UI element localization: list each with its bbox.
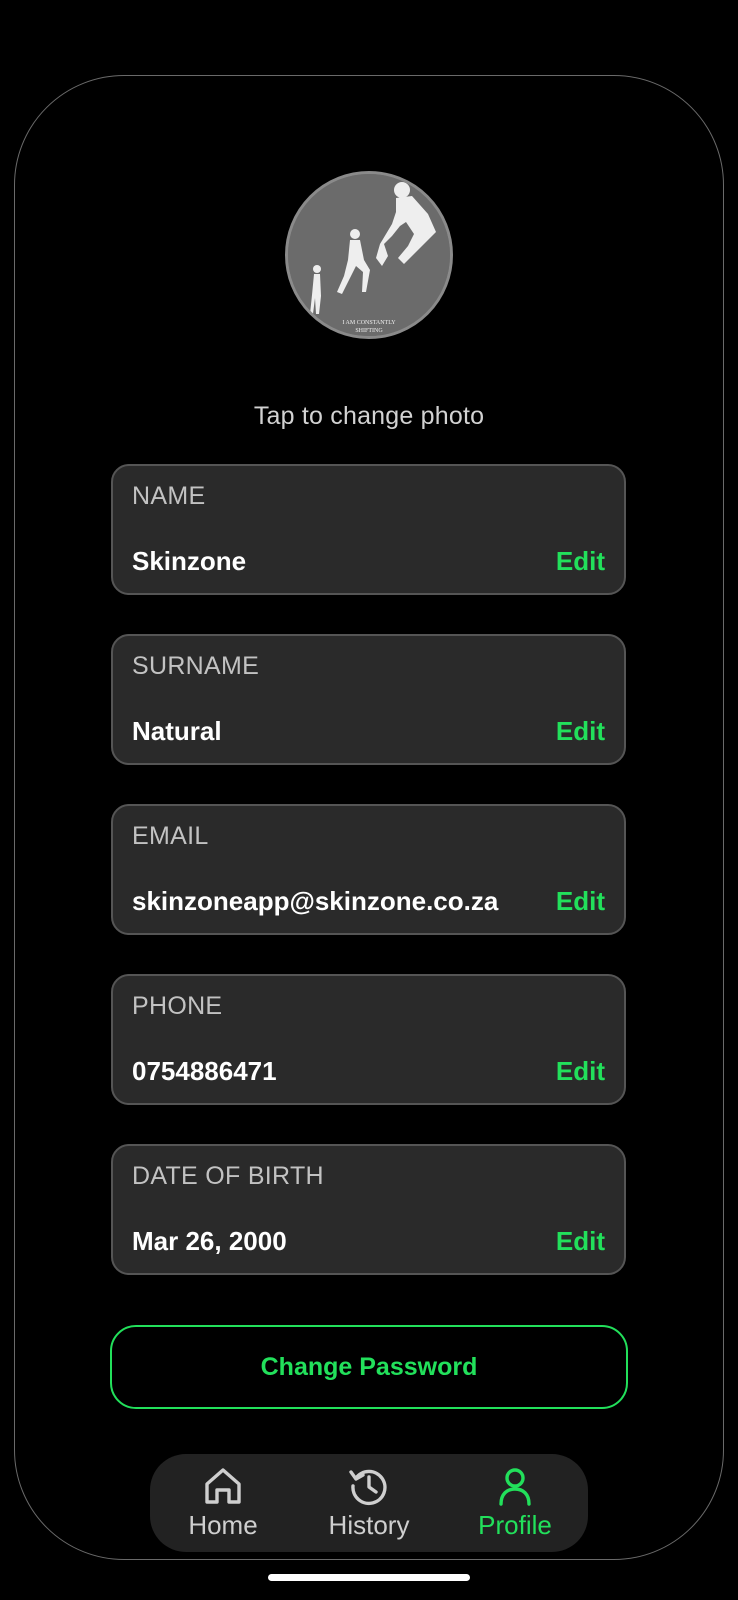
- home-icon: [205, 1468, 241, 1504]
- change-photo-hint[interactable]: Tap to change photo: [0, 402, 738, 431]
- phone-edit-button[interactable]: Edit: [556, 1056, 605, 1087]
- nav-label-profile: Profile: [478, 1510, 552, 1540]
- phone-field-card: PHONE 0754886471 Edit: [111, 974, 626, 1105]
- dob-field-value: Mar 26, 2000: [132, 1226, 287, 1256]
- name-edit-button[interactable]: Edit: [556, 546, 605, 577]
- history-icon: [349, 1469, 387, 1506]
- profile-avatar[interactable]: I AM CONSTANTLY SHIFTING: [285, 171, 453, 339]
- bottom-nav: Home History Profile: [150, 1454, 588, 1552]
- surname-field-label: SURNAME: [132, 652, 260, 680]
- avatar-caption-line2: SHIFTING: [355, 328, 383, 334]
- surname-field-value: Natural: [132, 716, 222, 746]
- nav-item-history[interactable]: History: [299, 1454, 439, 1552]
- avatar-caption-line1: I AM CONSTANTLY: [342, 320, 396, 326]
- profile-icon: [499, 1468, 531, 1506]
- nav-item-profile[interactable]: Profile: [445, 1454, 585, 1552]
- home-indicator[interactable]: [268, 1574, 470, 1581]
- nav-item-home[interactable]: Home: [153, 1454, 293, 1552]
- nav-label-history: History: [328, 1510, 410, 1540]
- email-field-label: EMAIL: [132, 822, 209, 850]
- name-field-label: NAME: [132, 482, 206, 510]
- profile-screen: I AM CONSTANTLY SHIFTING Tap to change p…: [0, 0, 738, 1600]
- surname-edit-button[interactable]: Edit: [556, 716, 605, 747]
- dob-field-label: DATE OF BIRTH: [132, 1162, 324, 1190]
- surname-field-card: SURNAME Natural Edit: [111, 634, 626, 765]
- dob-field-card: DATE OF BIRTH Mar 26, 2000 Edit: [111, 1144, 626, 1275]
- phone-field-value: 0754886471: [132, 1056, 277, 1086]
- name-field-value: Skinzone: [132, 546, 247, 576]
- dob-edit-button[interactable]: Edit: [556, 1226, 605, 1257]
- avatar-photo: I AM CONSTANTLY SHIFTING: [288, 174, 450, 336]
- email-edit-button[interactable]: Edit: [556, 886, 605, 917]
- email-field-card: EMAIL skinzoneapp@skinzone.co.za Edit: [111, 804, 626, 935]
- name-field-card: NAME Skinzone Edit: [111, 464, 626, 595]
- email-field-value: skinzoneapp@skinzone.co.za: [132, 886, 499, 916]
- nav-label-home: Home: [188, 1510, 258, 1540]
- phone-field-label: PHONE: [132, 992, 223, 1020]
- change-password-button[interactable]: Change Password: [110, 1325, 628, 1409]
